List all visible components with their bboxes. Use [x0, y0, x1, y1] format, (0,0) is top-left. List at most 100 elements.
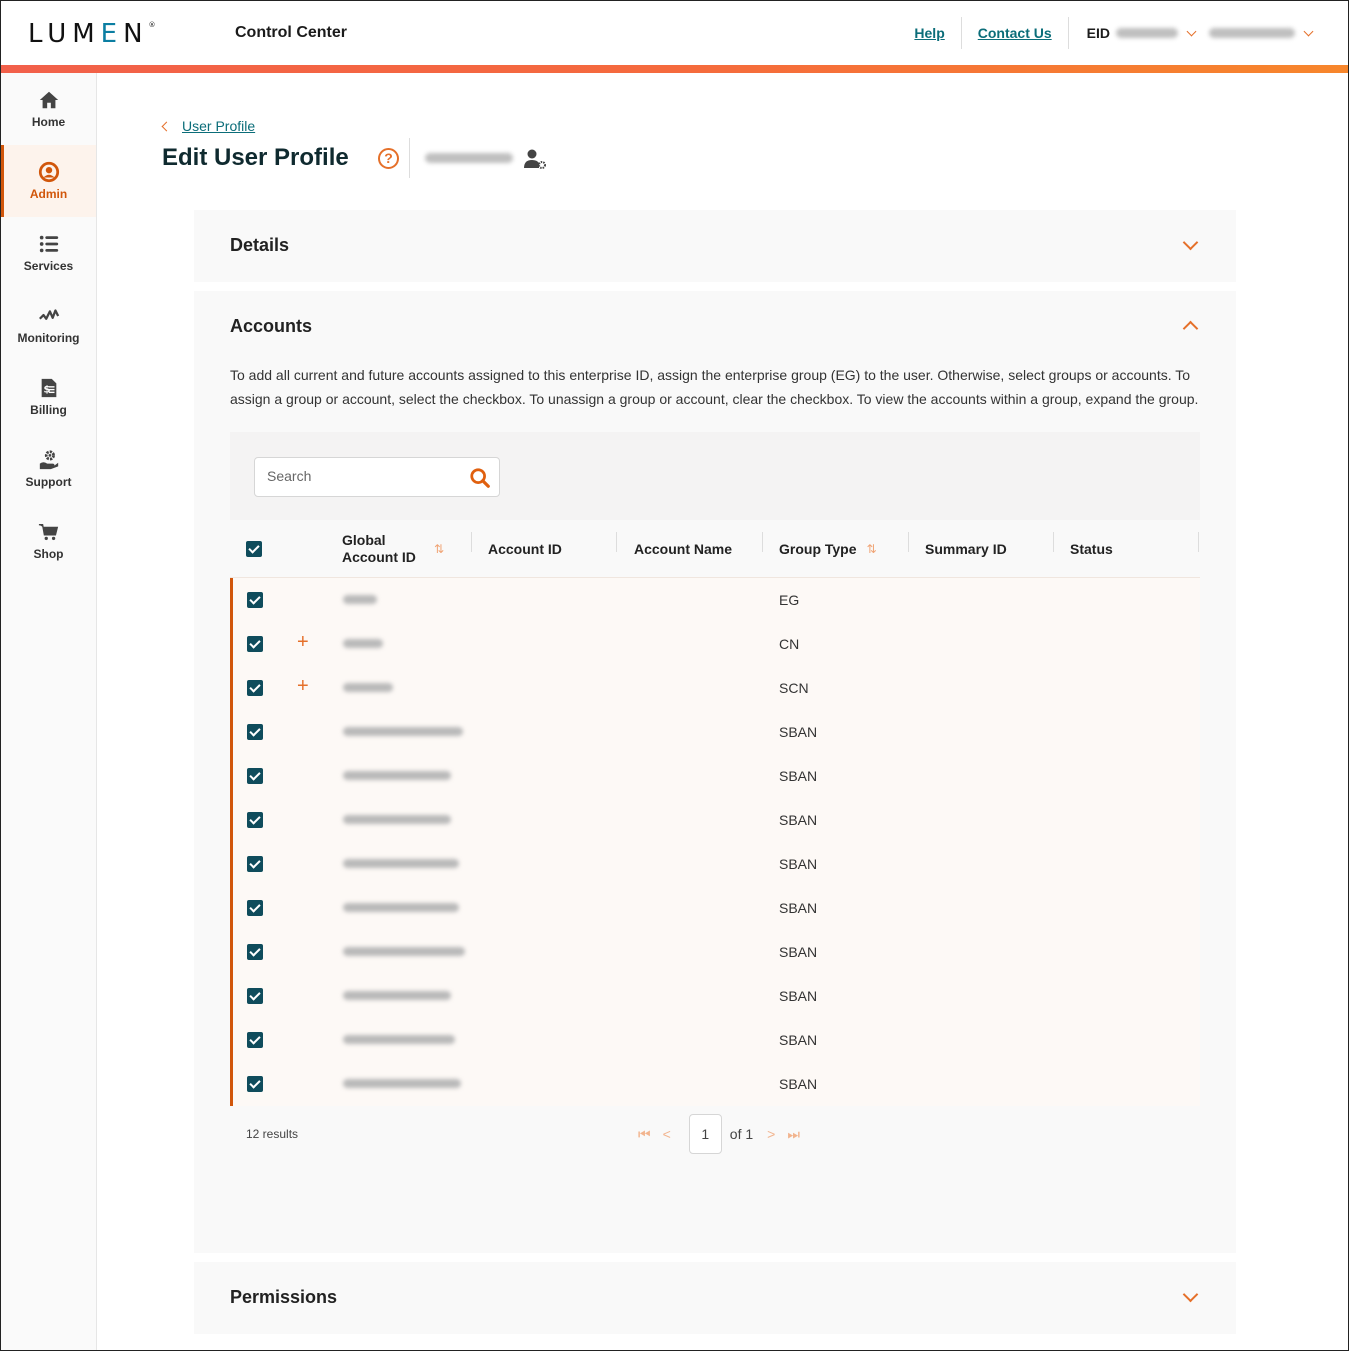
- table-row: SBAN: [233, 930, 1200, 974]
- global-account-id-redacted: [343, 947, 465, 956]
- column-divider: [1198, 532, 1199, 552]
- row-checkbox[interactable]: [247, 636, 263, 652]
- table-footer: 12 results ⏮ < 1 of 1 > ⏭: [230, 1106, 1200, 1162]
- sort-icon[interactable]: ⇅: [867, 541, 877, 558]
- table-row: SBAN: [233, 974, 1200, 1018]
- row-checkbox[interactable]: [247, 768, 263, 784]
- sidebar-item-shop[interactable]: Shop: [1, 505, 96, 577]
- table-row: + SCN: [233, 666, 1200, 710]
- group-type-cell: SBAN: [779, 1076, 818, 1092]
- expand-plus-icon[interactable]: +: [297, 632, 309, 652]
- user-circle-icon: [38, 161, 59, 183]
- search-input[interactable]: [267, 468, 457, 484]
- page-number-input[interactable]: 1: [688, 1114, 722, 1154]
- column-header-account-name[interactable]: Account Name: [634, 520, 732, 578]
- group-type-cell: SBAN: [779, 900, 818, 916]
- row-checkbox[interactable]: [247, 592, 263, 608]
- prev-page-icon[interactable]: <: [663, 1126, 671, 1142]
- help-link[interactable]: Help: [898, 25, 960, 41]
- global-account-id-redacted: [343, 639, 383, 648]
- row-checkbox[interactable]: [247, 1076, 263, 1092]
- group-type-cell: SBAN: [779, 724, 818, 740]
- accounts-panel-title[interactable]: Accounts: [230, 316, 312, 337]
- divider: [409, 138, 410, 178]
- table-row: SBAN: [233, 842, 1200, 886]
- list-icon: [39, 235, 58, 253]
- column-header-status[interactable]: Status: [1070, 520, 1113, 578]
- sidebar-item-monitoring[interactable]: Monitoring: [1, 289, 96, 361]
- global-account-id-redacted: [343, 903, 459, 912]
- permissions-panel-title[interactable]: Permissions: [230, 1287, 337, 1308]
- row-checkbox[interactable]: [247, 856, 263, 872]
- row-checkbox[interactable]: [247, 680, 263, 696]
- search-box: [254, 457, 500, 497]
- breadcrumb-user-profile-link[interactable]: User Profile: [182, 118, 255, 134]
- table-row: + CN: [233, 622, 1200, 666]
- chevron-down-icon[interactable]: [1182, 234, 1199, 251]
- group-type-cell: SBAN: [779, 768, 818, 784]
- sidebar-item-label: Support: [25, 475, 72, 489]
- page-total: of 1: [729, 1126, 754, 1142]
- row-checkbox[interactable]: [247, 1032, 263, 1048]
- column-header-account-id[interactable]: Account ID: [488, 520, 562, 578]
- top-links: Help Contact Us EID: [898, 1, 1348, 65]
- sidebar-item-services[interactable]: Services: [1, 217, 96, 289]
- sidebar-item-billing[interactable]: $ Billing: [1, 361, 96, 433]
- global-account-id-redacted: [343, 1035, 455, 1044]
- sidebar-item-label: Monitoring: [17, 331, 80, 345]
- lumen-logo[interactable]: LUMEN®: [28, 19, 156, 49]
- select-all-checkbox[interactable]: [246, 541, 262, 557]
- column-header-summary-id[interactable]: Summary ID: [925, 520, 1007, 578]
- global-account-id-redacted: [343, 815, 451, 824]
- global-account-id-redacted: [343, 1079, 461, 1088]
- accounts-table: Global Account ID ⇅ Account ID Account N…: [230, 520, 1200, 1162]
- header-accent-bar: [1, 65, 1348, 73]
- row-checkbox[interactable]: [247, 900, 263, 916]
- permissions-panel: Permissions: [194, 1262, 1236, 1334]
- group-type-cell: SBAN: [779, 1032, 818, 1048]
- sort-icon[interactable]: ⇅: [434, 541, 444, 558]
- column-label: Account Name: [634, 540, 733, 557]
- column-label: Account ID: [488, 540, 562, 557]
- sidebar-item-support[interactable]: Support: [1, 433, 96, 505]
- sidebar-item-admin[interactable]: Admin: [1, 145, 96, 217]
- expand-plus-icon[interactable]: +: [297, 676, 309, 696]
- column-divider: [762, 532, 763, 552]
- sidebar: Home Admin Services Monitoring $ Billing…: [1, 73, 97, 1350]
- column-header-group-type[interactable]: Group Type ⇅: [779, 520, 877, 578]
- user-settings-icon: [524, 149, 546, 169]
- select-all-cell: [246, 520, 262, 578]
- last-page-icon[interactable]: ⏭: [787, 1126, 800, 1143]
- first-page-icon[interactable]: ⏮: [638, 1126, 651, 1143]
- row-checkbox[interactable]: [247, 724, 263, 740]
- column-divider: [471, 532, 472, 552]
- username-redacted: [1209, 28, 1295, 38]
- sidebar-item-label: Services: [23, 259, 74, 273]
- chevron-down-icon: [1186, 26, 1197, 36]
- row-checkbox[interactable]: [247, 988, 263, 1004]
- user-menu[interactable]: [1209, 26, 1348, 38]
- sidebar-item-home[interactable]: Home: [1, 73, 96, 145]
- chevron-down-icon[interactable]: [1182, 1286, 1199, 1303]
- details-panel-title[interactable]: Details: [230, 235, 289, 256]
- column-header-global-account-id[interactable]: Global Account ID ⇅: [342, 520, 460, 578]
- accounts-panel: Accounts To add all current and future a…: [194, 291, 1236, 1310]
- global-account-id-redacted: [343, 859, 459, 868]
- contact-us-link[interactable]: Contact Us: [962, 25, 1068, 41]
- table-row: SBAN: [233, 1062, 1200, 1106]
- next-page-icon[interactable]: >: [767, 1126, 775, 1142]
- column-divider: [616, 532, 617, 552]
- help-question-icon[interactable]: ?: [378, 148, 399, 169]
- sidebar-item-label: Admin: [29, 187, 68, 201]
- global-account-id-redacted: [343, 595, 377, 604]
- row-checkbox[interactable]: [247, 812, 263, 828]
- invoice-icon: $: [41, 378, 56, 398]
- chevron-up-icon[interactable]: [1182, 320, 1199, 337]
- table-row: SBAN: [233, 886, 1200, 930]
- table-row: SBAN: [233, 798, 1200, 842]
- row-checkbox[interactable]: [247, 944, 263, 960]
- group-type-cell: CN: [779, 636, 800, 652]
- eid-selector[interactable]: EID: [1069, 25, 1209, 41]
- search-icon[interactable]: [469, 467, 491, 489]
- column-label: Summary ID: [925, 540, 1007, 557]
